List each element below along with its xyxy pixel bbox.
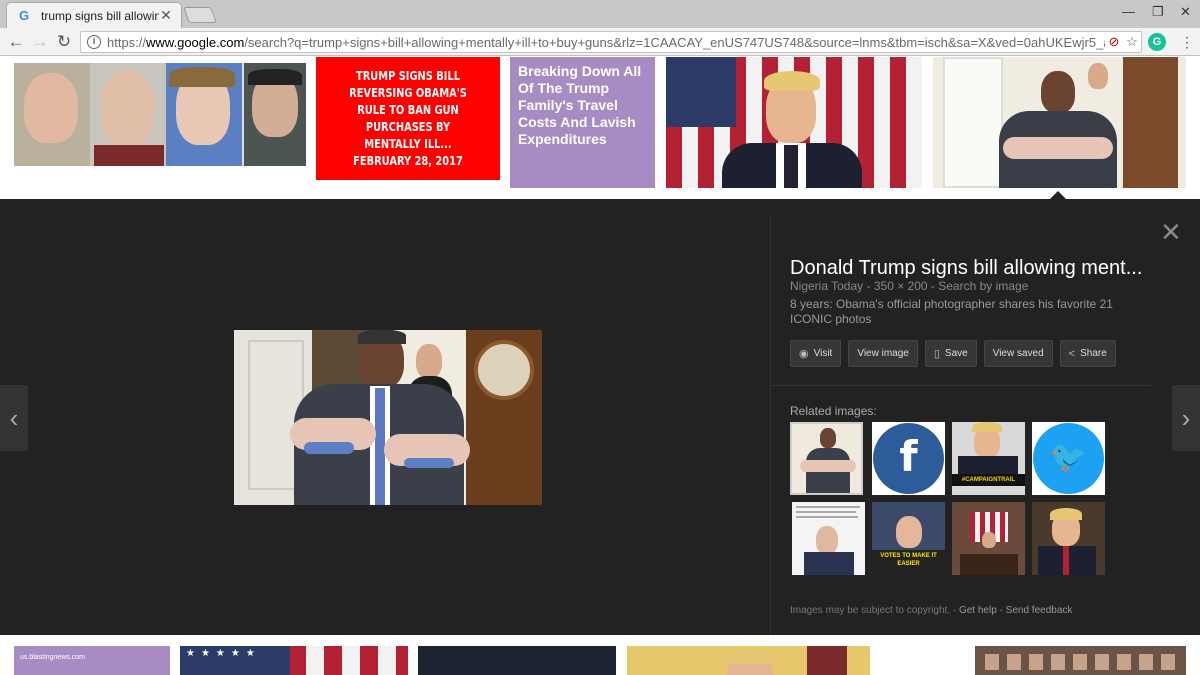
previous-image-arrow-icon[interactable]: ‹ <box>0 385 28 451</box>
share-button[interactable]: < Share <box>1059 340 1116 367</box>
result-thumb-red-headline[interactable]: TRUMP SIGNS BILL REVERSING OBAMA'S RULE … <box>316 57 500 180</box>
result-thumb-blasting-news[interactable]: us.blastingnews.com <box>14 646 170 675</box>
restore-icon[interactable]: ❐ <box>1152 4 1164 20</box>
related-thumb-congress[interactable] <box>952 502 1025 575</box>
result-thumb-purple-headline[interactable]: Breaking Down All Of The Trump Family's … <box>510 57 655 188</box>
related-thumb-obama-babies[interactable] <box>790 422 863 495</box>
twitter-bird-icon: 🐦 <box>1049 441 1088 474</box>
related-thumb-facebook[interactable]: f <box>872 422 945 495</box>
reload-icon[interactable]: ↻ <box>54 32 74 52</box>
facebook-icon: f <box>899 432 918 481</box>
blocked-popup-icon[interactable]: ⊘ <box>1105 34 1123 50</box>
minimize-icon[interactable]: — <box>1122 4 1135 19</box>
bookmark-star-icon[interactable]: ☆ <box>1123 34 1141 50</box>
forward-icon[interactable]: → <box>30 32 50 52</box>
site-info-icon[interactable]: i <box>87 35 101 49</box>
result-thumb-obama-babies[interactable] <box>933 57 1186 188</box>
result-thumb-mugshots[interactable] <box>14 63 306 166</box>
panel-pointer <box>1050 191 1066 199</box>
share-icon: < <box>1068 347 1076 360</box>
browser-menu-icon[interactable]: ⋮ <box>1180 34 1194 51</box>
related-thumb-trump-podium[interactable] <box>1032 502 1105 575</box>
related-images-label: Related images: <box>790 404 877 418</box>
back-icon[interactable]: ← <box>6 32 26 52</box>
related-thumb-trump-campaign[interactable]: #CAMPAIGNTRAIL <box>952 422 1025 495</box>
view-saved-label: View saved <box>992 348 1044 359</box>
visit-button[interactable]: ◉ Visit <box>790 340 842 367</box>
globe-icon: ◉ <box>799 348 809 360</box>
search-by-image-link[interactable]: Search by image <box>938 279 1028 293</box>
action-buttons: ◉ Visit View image ▯ Save View saved < Shar… <box>790 340 1116 367</box>
image-meta: Nigeria Today - 350 × 200 - Search by im… <box>790 279 1029 293</box>
view-image-label: View image <box>857 348 909 359</box>
result-thumb-trump-flag[interactable] <box>666 57 922 188</box>
grammarly-extension-icon[interactable]: G <box>1148 33 1166 51</box>
related-thumb-twitter[interactable]: 🐦 <box>1032 422 1105 495</box>
save-button[interactable]: ▯ Save <box>924 340 977 367</box>
next-image-arrow-icon[interactable]: › <box>1172 385 1200 451</box>
image-description: 8 years: Obama's official photographer s… <box>790 297 1113 326</box>
url-text: https://www.google.com/search?q=trump+si… <box>107 34 1105 50</box>
view-image-button[interactable]: View image <box>848 340 918 367</box>
related-thumb-mental-health[interactable]: VOTES TO MAKE IT EASIER <box>872 502 945 575</box>
tab-close-icon[interactable]: ✕ <box>159 7 173 24</box>
get-help-link[interactable]: Get help <box>959 605 997 616</box>
result-thumb-dark[interactable] <box>418 646 616 675</box>
copyright-note: Images may be subject to copyright. <box>790 605 951 616</box>
save-label: Save <box>944 348 968 359</box>
send-feedback-link[interactable]: Send feedback <box>1006 605 1073 616</box>
related-thumb-article[interactable] <box>792 502 865 575</box>
view-saved-button[interactable]: View saved <box>983 340 1053 367</box>
share-label: Share <box>1080 348 1107 359</box>
section-divider <box>771 385 1151 386</box>
browser-tab[interactable]: G trump signs bill allowing ✕ <box>6 2 182 28</box>
image-title[interactable]: Donald Trump signs bill allowing ment... <box>790 257 1142 280</box>
new-tab-button[interactable] <box>183 7 217 23</box>
visit-label: Visit <box>813 348 833 359</box>
panel-divider <box>770 215 771 635</box>
image-dimensions: 350 × 200 <box>873 279 928 293</box>
image-detail-panel: ✕ ‹ › Donald Trump signs bill allowing m… <box>0 191 1200 635</box>
tab-strip: G trump signs bill allowing ✕ — ❐ ✕ <box>0 0 1200 28</box>
result-thumb-crowd[interactable] <box>975 646 1186 675</box>
window-close-icon[interactable]: ✕ <box>1180 4 1191 20</box>
preview-image[interactable] <box>234 330 542 505</box>
bookmark-icon: ▯ <box>933 348 940 360</box>
browser-toolbar: ← → ↻ i https://www.google.com/search?q=… <box>0 28 1200 56</box>
blasting-news-label: us.blastingnews.com <box>20 654 85 661</box>
google-favicon-icon: G <box>19 7 30 23</box>
panel-footer: Images may be subject to copyright. - Ge… <box>790 605 1073 616</box>
panel-close-icon[interactable]: ✕ <box>1160 217 1182 248</box>
purple-headline-text: Breaking Down All Of The Trump Family's … <box>518 63 642 147</box>
address-bar[interactable]: i https://www.google.com/search?q=trump+… <box>80 31 1142 53</box>
image-source[interactable]: Nigeria Today <box>790 279 863 293</box>
red-headline-text: TRUMP SIGNS BILL REVERSING OBAMA'S RULE … <box>349 68 467 168</box>
result-thumb-flag[interactable]: ★★★★★ <box>180 646 408 675</box>
tab-title: trump signs bill allowing <box>41 8 159 23</box>
result-thumb-gold-room[interactable] <box>627 646 870 675</box>
